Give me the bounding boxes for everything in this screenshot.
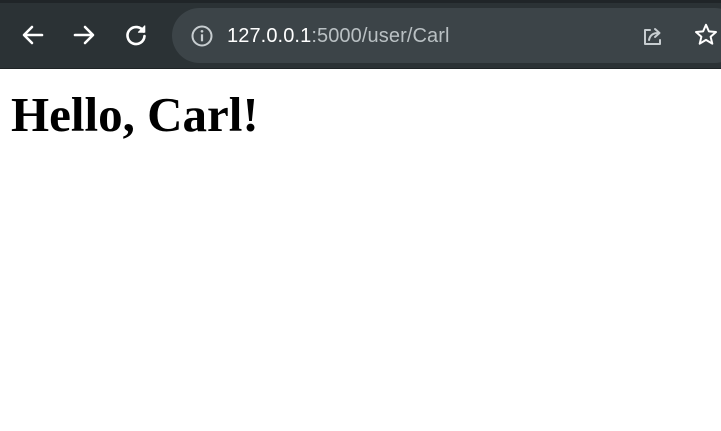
tabstrip-edge: [0, 0, 721, 3]
back-arrow-icon: [22, 25, 44, 45]
page-heading: Hello, Carl!: [11, 87, 259, 142]
forward-arrow-icon: [73, 25, 95, 45]
forward-button[interactable]: [64, 15, 104, 55]
address-bar[interactable]: 127.0.0.1:5000/user/Carl: [172, 8, 721, 63]
reload-button[interactable]: [116, 15, 156, 55]
reload-icon: [126, 25, 146, 46]
url-host: 127.0.0.1: [227, 25, 312, 47]
page-content: Hello, Carl!: [0, 69, 721, 431]
star-icon[interactable]: [693, 22, 719, 48]
browser-toolbar: 127.0.0.1:5000/user/Carl: [0, 0, 721, 69]
share-icon[interactable]: [640, 23, 666, 49]
info-icon[interactable]: [190, 24, 214, 48]
back-button[interactable]: [13, 15, 53, 55]
url-text[interactable]: 127.0.0.1:5000/user/Carl: [227, 22, 450, 50]
url-path: :5000/user/Carl: [311, 25, 450, 47]
